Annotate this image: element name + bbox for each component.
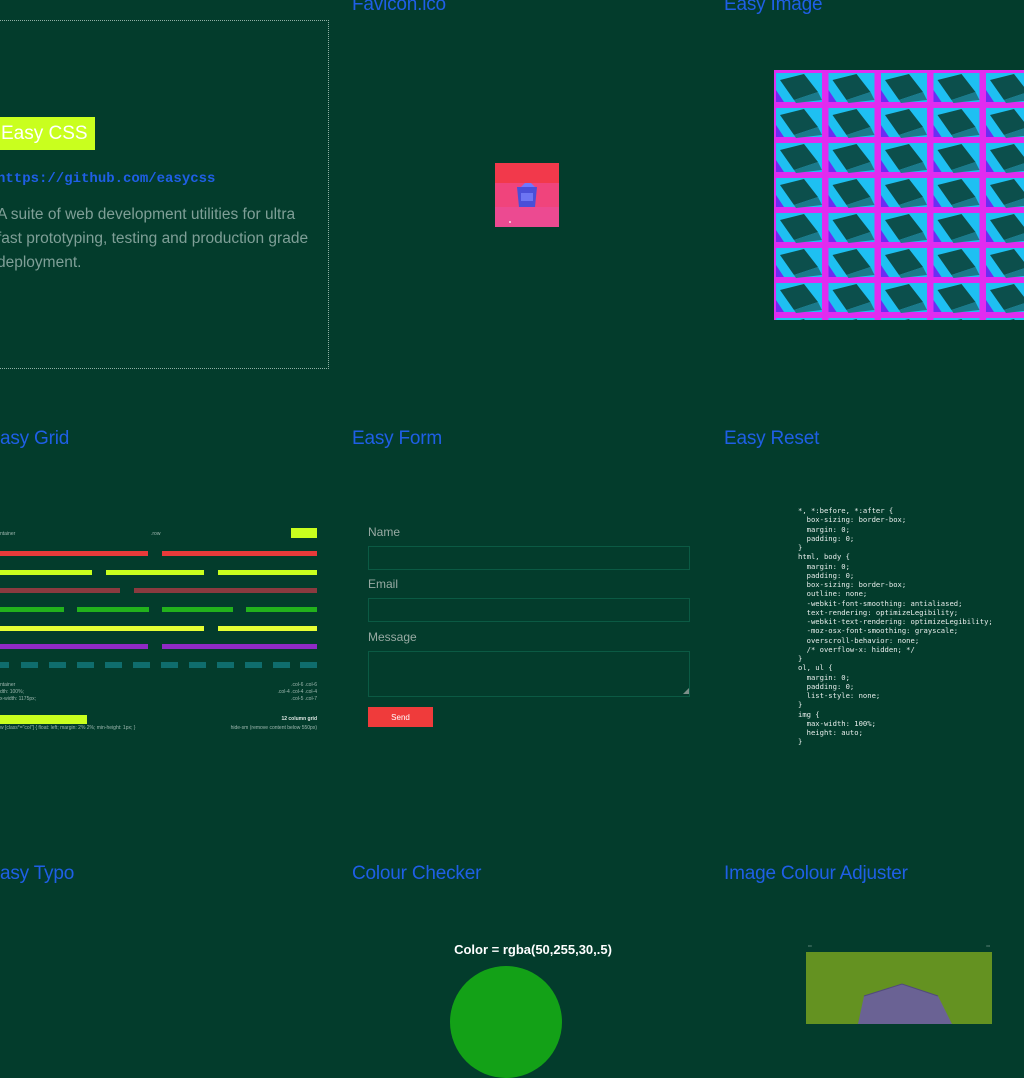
adjuster-toolbar: ▭ ▭ — [806, 940, 992, 952]
colour-swatch — [450, 966, 562, 1078]
grid-bar — [218, 570, 317, 575]
image-colour-adjuster-title[interactable]: Image Colour Adjuster — [724, 863, 908, 885]
grid-bar — [77, 607, 149, 612]
grid-bar — [0, 626, 204, 631]
grid-hide-rule: hide-sm (remove content below 550px) — [230, 725, 317, 731]
intro-description: A suite of web development utilities for… — [0, 206, 309, 271]
grid-bar — [162, 551, 317, 556]
message-field[interactable] — [368, 651, 690, 697]
grid-col-box — [21, 662, 38, 668]
reset-css-code: *, *:before, *:after { box-sizing: borde… — [798, 506, 993, 747]
grid-col-box — [105, 662, 122, 668]
easy-image-pattern — [774, 70, 1024, 320]
name-label: Name — [368, 525, 401, 539]
grid-col-box — [49, 662, 66, 668]
grid-col-box — [0, 662, 9, 668]
grid-info-line: dth: 100%; — [0, 689, 24, 695]
grid-demo: ntainer .row ntainer dth: 100%; x-width:… — [0, 520, 320, 740]
adjuster-photo — [806, 952, 992, 1024]
easy-reset-title[interactable]: Easy Reset — [724, 428, 819, 450]
easy-css-intro-card: Easy CSS https://github.com/easycss A su… — [0, 20, 329, 369]
grid-bar — [0, 570, 92, 575]
github-link[interactable]: https://github.com/easycss — [0, 171, 215, 187]
grid-info-line: ntainer — [0, 682, 16, 688]
grid-col-box — [300, 662, 317, 668]
grid-col-box — [189, 662, 206, 668]
easy-typo-title[interactable]: asy Typo — [0, 863, 74, 885]
grid-row-rule: w [class*="col"] { float: left; margin: … — [0, 725, 136, 731]
grid-col-box — [273, 662, 290, 668]
easy-css-badge: Easy CSS — [0, 117, 95, 150]
easy-grid-title[interactable]: asy Grid — [0, 428, 69, 450]
grid-bar — [0, 644, 148, 649]
grid-bar — [162, 644, 317, 649]
email-label: Email — [368, 577, 399, 591]
adjuster-toolbar-left: ▭ — [808, 943, 812, 948]
easy-form-title[interactable]: Easy Form — [352, 428, 442, 450]
grid-info-line: .col-6 .col-6 — [291, 682, 317, 688]
grid-col-box — [245, 662, 262, 668]
adjuster-toolbar-right[interactable]: ▭ — [986, 943, 990, 948]
favicon-image — [495, 163, 559, 227]
grid-bar — [246, 607, 317, 612]
resize-handle-icon[interactable] — [683, 688, 689, 694]
grid-bar — [0, 607, 64, 612]
grid-accent-block — [291, 528, 317, 538]
name-field[interactable] — [368, 546, 690, 570]
grid-info-line: x-width: 1175px; — [0, 696, 37, 702]
grid-bar — [218, 626, 317, 631]
message-label: Message — [368, 630, 417, 644]
grid-column-count: 12 column grid — [281, 716, 317, 722]
grid-accent-bar — [0, 715, 87, 724]
grid-bar — [106, 570, 204, 575]
grid-bar — [0, 551, 148, 556]
grid-col-box — [133, 662, 150, 668]
image-adjuster-preview: ▭ ▭ — [806, 940, 992, 1024]
grid-bar — [162, 607, 233, 612]
grid-info-line: .col-5 .col-7 — [291, 696, 317, 702]
send-button[interactable]: Send — [368, 707, 433, 727]
grid-row-label: .row — [151, 531, 161, 537]
grid-col-box — [161, 662, 178, 668]
grid-bar — [0, 588, 120, 593]
grid-col-box — [217, 662, 234, 668]
grid-col-box — [77, 662, 94, 668]
colour-value-label: Color = rgba(50,255,30,.5) — [454, 942, 612, 957]
grid-bar — [134, 588, 317, 593]
favicon-title[interactable]: Favicon.ico — [352, 0, 446, 16]
email-field[interactable] — [368, 598, 690, 622]
colour-checker-title[interactable]: Colour Checker — [352, 863, 481, 885]
easy-image-title[interactable]: Easy Image — [724, 0, 823, 16]
grid-container-label: ntainer — [0, 531, 16, 537]
grid-info-line: .col-4 .col-4 .col-4 — [277, 689, 317, 695]
